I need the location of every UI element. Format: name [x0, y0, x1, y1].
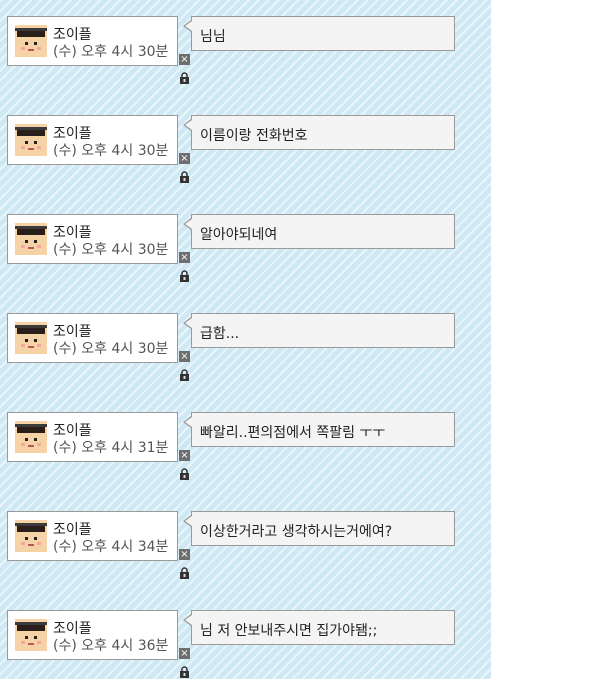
author-card: 조이플 (수) 오후 4시 30분	[7, 313, 178, 363]
avatar-icon	[15, 421, 47, 453]
message-bubble: 님님	[183, 16, 455, 51]
avatar-icon	[15, 223, 47, 255]
author-card: 조이플 (수) 오후 4시 36분	[7, 610, 178, 660]
post-time: (수) 오후 4시 36분	[53, 638, 169, 654]
guestbook-entry: 조이플 (수) 오후 4시 31분 × 빠알리..편의점에서 쪽팔림 ㅜㅜ	[7, 412, 457, 482]
message-text: 님 저 안보내주시면 집가야됌;;	[200, 623, 378, 639]
message-text: 이상한거라고 생각하시는거에여?	[200, 524, 393, 540]
message-text: 이름이랑 전화번호	[200, 128, 308, 144]
avatar-icon	[15, 124, 47, 156]
guestbook-entry: 조이플 (수) 오후 4시 36분 × 님 저 안보내주시면 집가야됌;;	[7, 610, 457, 680]
guestbook-board: 조이플 (수) 오후 4시 30분 × 님님 조이플 (수) 오후 4시 30분…	[0, 0, 491, 679]
message-bubble: 알아야되네여	[183, 214, 455, 249]
delete-button[interactable]: ×	[179, 648, 190, 659]
guestbook-entry: 조이플 (수) 오후 4시 34분 × 이상한거라고 생각하시는거에여?	[7, 511, 457, 581]
post-time: (수) 오후 4시 34분	[53, 539, 169, 555]
lock-icon[interactable]	[179, 567, 190, 579]
post-time: (수) 오후 4시 30분	[53, 143, 169, 159]
author-card: 조이플 (수) 오후 4시 34분	[7, 511, 178, 561]
delete-button[interactable]: ×	[179, 54, 190, 65]
delete-button[interactable]: ×	[179, 252, 190, 263]
message-text: 급함...	[200, 326, 240, 342]
avatar-icon	[15, 520, 47, 552]
author-card: 조이플 (수) 오후 4시 31분	[7, 412, 178, 462]
guestbook-entry: 조이플 (수) 오후 4시 30분 × 님님	[7, 16, 457, 86]
delete-button[interactable]: ×	[179, 549, 190, 560]
lock-icon[interactable]	[179, 666, 190, 678]
lock-icon[interactable]	[179, 270, 190, 282]
author-card: 조이플 (수) 오후 4시 30분	[7, 214, 178, 264]
delete-button[interactable]: ×	[179, 450, 190, 461]
message-bubble: 이상한거라고 생각하시는거에여?	[183, 511, 455, 546]
lock-icon[interactable]	[179, 369, 190, 381]
avatar-icon	[15, 619, 47, 651]
message-bubble: 님 저 안보내주시면 집가야됌;;	[183, 610, 455, 645]
post-time: (수) 오후 4시 30분	[53, 242, 169, 258]
lock-icon[interactable]	[179, 171, 190, 183]
avatar-icon	[15, 25, 47, 57]
guestbook-entry: 조이플 (수) 오후 4시 30분 × 알아야되네여	[7, 214, 457, 284]
delete-button[interactable]: ×	[179, 153, 190, 164]
message-bubble: 급함...	[183, 313, 455, 348]
message-text: 알아야되네여	[200, 227, 278, 243]
author-card: 조이플 (수) 오후 4시 30분	[7, 16, 178, 66]
lock-icon[interactable]	[179, 468, 190, 480]
post-time: (수) 오후 4시 31분	[53, 440, 169, 456]
post-time: (수) 오후 4시 30분	[53, 341, 169, 357]
message-text: 님님	[200, 29, 226, 45]
guestbook-entry: 조이플 (수) 오후 4시 30분 × 급함...	[7, 313, 457, 383]
post-time: (수) 오후 4시 30분	[53, 44, 169, 60]
delete-button[interactable]: ×	[179, 351, 190, 362]
avatar-icon	[15, 322, 47, 354]
lock-icon[interactable]	[179, 72, 190, 84]
message-text: 빠알리..편의점에서 쪽팔림 ㅜㅜ	[200, 425, 386, 441]
guestbook-entry: 조이플 (수) 오후 4시 30분 × 이름이랑 전화번호	[7, 115, 457, 185]
message-bubble: 이름이랑 전화번호	[183, 115, 455, 150]
message-bubble: 빠알리..편의점에서 쪽팔림 ㅜㅜ	[183, 412, 455, 447]
author-card: 조이플 (수) 오후 4시 30분	[7, 115, 178, 165]
